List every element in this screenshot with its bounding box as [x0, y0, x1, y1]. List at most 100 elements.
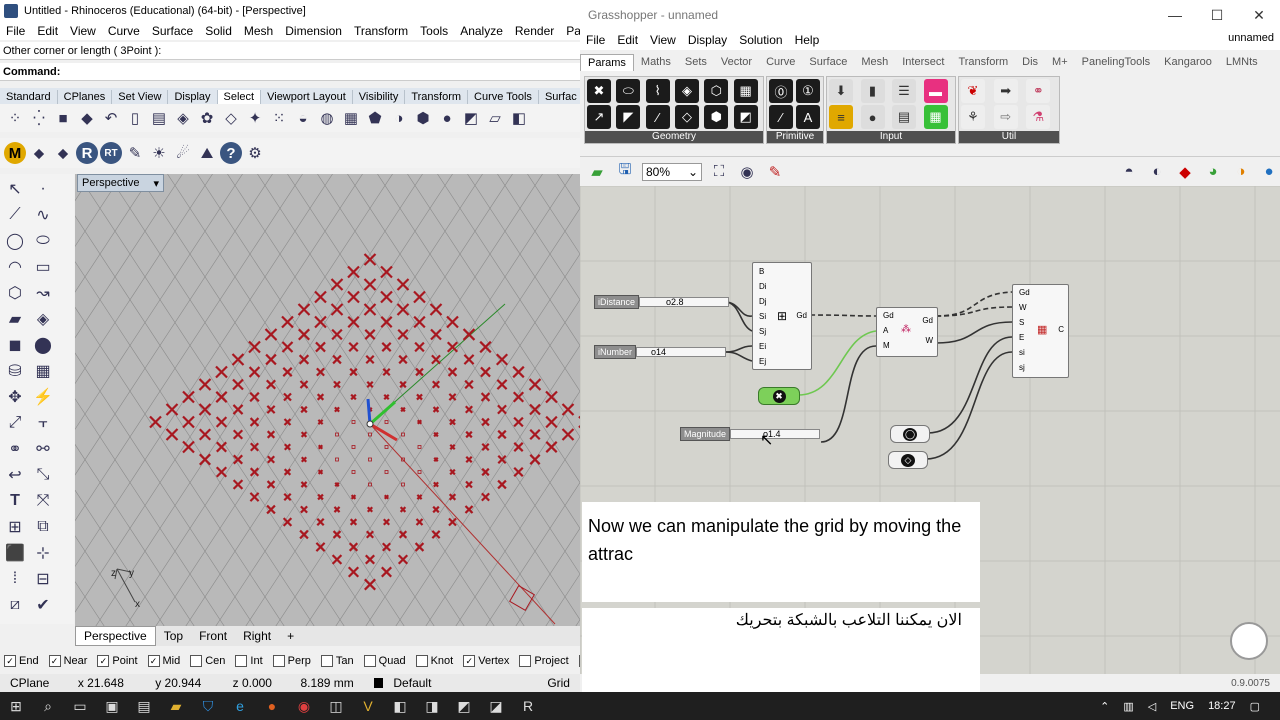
- preview-selected-icon[interactable]: ◆: [1174, 161, 1196, 183]
- rect-grid-output[interactable]: Gd: [796, 311, 807, 320]
- menu-mesh[interactable]: Mesh: [244, 24, 273, 38]
- app-icon-8[interactable]: ◪: [480, 692, 512, 720]
- toolbar-tab-surfac[interactable]: Surfac: [539, 90, 584, 104]
- slider-inumber-track[interactable]: o 14: [636, 347, 727, 357]
- app-icon-4[interactable]: V: [352, 692, 384, 720]
- viewport-tab-plus[interactable]: +: [279, 627, 302, 645]
- slider-idistance-track[interactable]: o 2.8: [639, 297, 730, 307]
- command-line[interactable]: Command:: [0, 63, 580, 81]
- preview-color-icon[interactable]: ◑: [1230, 161, 1252, 183]
- osnap-mid[interactable]: ✓ Mid: [147, 655, 180, 667]
- freeform-icon[interactable]: ↝: [32, 282, 54, 304]
- gh-tab-lmnts[interactable]: LMNts: [1219, 54, 1265, 70]
- slider-idistance[interactable]: iDistance o 2.8: [594, 295, 730, 309]
- select-color-icon[interactable]: ✿: [196, 107, 218, 129]
- maximize-icon[interactable]: ☐: [1196, 0, 1238, 30]
- arrow-right-icon[interactable]: ➡: [993, 79, 1018, 103]
- box-param-icon[interactable]: ⬡: [704, 79, 729, 103]
- select-arrow-icon[interactable]: ↖: [4, 178, 26, 200]
- render-icon[interactable]: R: [76, 142, 98, 164]
- fillet-icon[interactable]: ↩: [4, 464, 26, 486]
- osnap-perp-checkbox[interactable]: [272, 655, 285, 667]
- menu-transform[interactable]: Transform: [354, 24, 408, 38]
- app-icon-1[interactable]: ▣: [96, 692, 128, 720]
- osnap-end-checkbox[interactable]: ✓: [4, 655, 16, 667]
- viewport-tab-right[interactable]: Right: [235, 627, 279, 645]
- primitive-group-label[interactable]: Primitive: [767, 131, 823, 143]
- osnap-cen[interactable]: Cen: [190, 655, 225, 667]
- label-icon[interactable]: ⬥: [52, 142, 74, 164]
- menu-solid[interactable]: Solid: [205, 24, 232, 38]
- gh-tab-maths[interactable]: Maths: [634, 54, 678, 70]
- gradient-icon[interactable]: ▬: [923, 79, 948, 103]
- app-icon-6[interactable]: ◨: [416, 692, 448, 720]
- toolbar-tab-viewport-layout[interactable]: Viewport Layout: [261, 90, 353, 104]
- select-meshes-icon[interactable]: ⁙: [268, 107, 290, 129]
- brep-param-icon[interactable]: ⬢: [704, 105, 729, 129]
- toolbar-tab-select[interactable]: Select: [217, 90, 262, 104]
- sketch-pen-icon[interactable]: ✎: [764, 161, 786, 183]
- tag-icon[interactable]: ⬥: [28, 142, 50, 164]
- loft-icon[interactable]: ◈: [32, 308, 54, 330]
- mesh-param-icon[interactable]: ▦: [733, 79, 758, 103]
- osnap-end[interactable]: ✓ End: [4, 655, 39, 667]
- select-plane-icon[interactable]: ▱: [484, 107, 506, 129]
- gh-tab-transform[interactable]: Transform: [951, 54, 1015, 70]
- ellipse-icon[interactable]: ⬭: [32, 230, 54, 252]
- environment-icon[interactable]: ⛰: [196, 142, 218, 164]
- polygon-icon[interactable]: ⬡: [4, 282, 26, 304]
- cherry-icon[interactable]: ❦: [961, 79, 985, 103]
- preview-wire-icon[interactable]: ◓: [1118, 161, 1140, 183]
- select-blocks-icon[interactable]: ▯: [124, 107, 146, 129]
- list-icon[interactable]: ≡: [829, 105, 853, 129]
- gh-tab-vector[interactable]: Vector: [714, 54, 759, 70]
- gh-tab-m[interactable]: M+: [1045, 54, 1075, 70]
- slider-magnitude-track[interactable]: o 1.4: [730, 429, 821, 439]
- gh-tab-panelingtools[interactable]: PanelingTools: [1075, 54, 1158, 70]
- circle-icon[interactable]: ◯: [4, 230, 26, 252]
- osnap-knot[interactable]: Knot: [415, 655, 453, 667]
- gh-tab-dis[interactable]: Dis: [1015, 54, 1045, 70]
- status-grid-snap[interactable]: Grid: [537, 676, 580, 690]
- osnap-project-checkbox[interactable]: [519, 655, 532, 667]
- text-icon[interactable]: T: [4, 490, 26, 512]
- osnap-project[interactable]: Project: [519, 655, 569, 667]
- menu-curve[interactable]: Curve: [108, 24, 140, 38]
- gh-tab-intersect[interactable]: Intersect: [895, 54, 951, 70]
- osnap-quad[interactable]: Quad: [363, 655, 406, 667]
- join-icon[interactable]: ⫟: [32, 412, 54, 434]
- port-m[interactable]: M: [883, 341, 890, 350]
- toolbar-tab-cplanes[interactable]: CPlanes: [58, 90, 113, 104]
- select-points-icon[interactable]: ⁘: [4, 107, 26, 129]
- port-si[interactable]: Si: [759, 312, 766, 321]
- geometry-group-label[interactable]: Geometry: [585, 131, 763, 143]
- minimize-icon[interactable]: —: [1154, 0, 1196, 30]
- toolbar-tab-visibility[interactable]: Visibility: [353, 90, 406, 104]
- port-di[interactable]: Di: [759, 282, 767, 291]
- slider-icon[interactable]: ☰: [892, 79, 916, 103]
- button-icon[interactable]: ●: [860, 105, 885, 129]
- gh-menu-help[interactable]: Help: [795, 33, 820, 47]
- select-solid-icon[interactable]: ◈: [172, 107, 194, 129]
- app-icon-3[interactable]: ◫: [320, 692, 352, 720]
- flask-icon[interactable]: ⚗: [1026, 105, 1051, 129]
- osnap-knot-checkbox[interactable]: [415, 655, 428, 667]
- port-dj[interactable]: Dj: [759, 297, 767, 306]
- gh-menu-file[interactable]: File: [586, 33, 605, 47]
- select-box-icon[interactable]: ◩: [460, 107, 482, 129]
- osnap-mid-checkbox[interactable]: ✓: [147, 655, 160, 667]
- gh-menu-view[interactable]: View: [650, 33, 676, 47]
- close-icon[interactable]: ✕: [1238, 0, 1280, 30]
- folder-icon[interactable]: ▰: [160, 692, 192, 720]
- menu-analyze[interactable]: Analyze: [460, 24, 503, 38]
- analyze-icon[interactable]: ⊹: [32, 542, 54, 564]
- port-b[interactable]: B: [759, 267, 764, 276]
- arc-icon[interactable]: ◠: [4, 256, 26, 278]
- rect-param-icon[interactable]: ◇: [674, 105, 699, 129]
- menu-view[interactable]: View: [70, 24, 96, 38]
- grid-array-icon[interactable]: ⁞: [4, 568, 26, 590]
- select-annotations-icon[interactable]: ◒: [292, 107, 314, 129]
- select-layer-icon[interactable]: ◇: [220, 107, 242, 129]
- port-gd[interactable]: Gd: [1019, 288, 1030, 297]
- gh-menu-display[interactable]: Display: [688, 33, 727, 47]
